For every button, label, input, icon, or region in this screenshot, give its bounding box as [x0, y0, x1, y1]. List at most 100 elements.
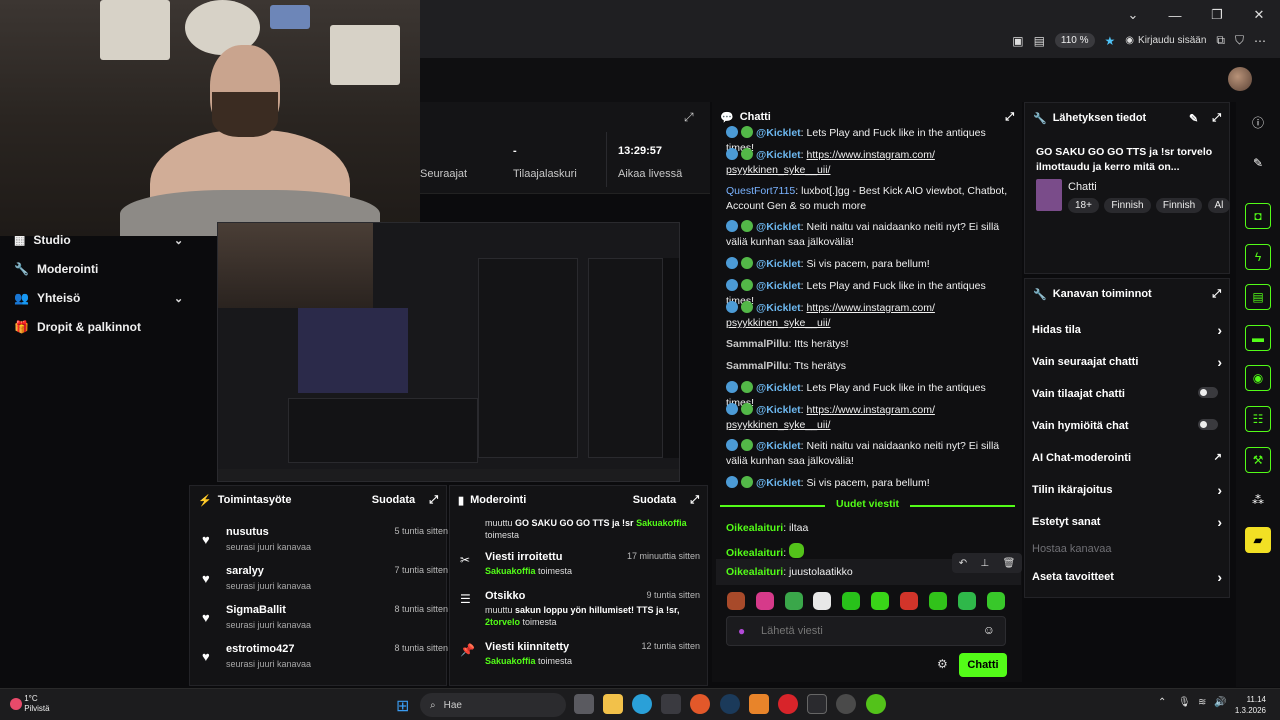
reply-icon[interactable]: ↶: [959, 558, 967, 569]
chat-send-button[interactable]: Chatti: [959, 653, 1007, 677]
microphone-icon[interactable]: ●: [738, 624, 745, 638]
steam-icon[interactable]: [720, 694, 740, 714]
obs-icon[interactable]: [836, 694, 856, 714]
menu-icon[interactable]: ⋯: [1254, 34, 1266, 48]
opera-icon[interactable]: [778, 694, 798, 714]
chat-username[interactable]: @Kicklet: [756, 127, 801, 139]
nav-drops[interactable]: 🎁 Dropit & palkinnot: [14, 320, 141, 334]
action-banned-words[interactable]: Estetyt sanat ›: [1032, 514, 1222, 530]
wifi-icon[interactable]: ≋: [1198, 697, 1206, 708]
nav-community[interactable]: 👥 Yhteisö ⌄: [14, 291, 189, 305]
emote-icon[interactable]: [842, 592, 860, 610]
vlc-icon[interactable]: [749, 694, 769, 714]
emote-icon[interactable]: [958, 592, 976, 610]
chat-input[interactable]: [761, 623, 971, 639]
nav-studio[interactable]: ▦ Studio ⌄: [14, 233, 189, 247]
chat-bubble-icon[interactable]: ▬: [1245, 325, 1271, 351]
store-icon[interactable]: [661, 694, 681, 714]
category-thumbnail[interactable]: [1036, 179, 1062, 211]
expand-icon[interactable]: ⤢: [1005, 111, 1014, 124]
new-messages-divider[interactable]: Uudet viestit: [720, 498, 1015, 512]
tag[interactable]: Finnish: [1104, 198, 1151, 213]
file-explorer-icon[interactable]: [603, 694, 623, 714]
layout-icon[interactable]: ☷: [1245, 406, 1271, 432]
mod-user[interactable]: Sakuakoffia: [636, 518, 687, 528]
follower-name[interactable]: SigmaBallit: [226, 604, 286, 616]
toggle-switch[interactable]: [1198, 387, 1218, 398]
chat-username[interactable]: @Kicklet: [756, 477, 801, 489]
wrench-icon[interactable]: ⚒: [1245, 447, 1271, 473]
chat-username[interactable]: SammalPillu: [726, 338, 788, 350]
reader-mode-icon[interactable]: ▤: [1034, 34, 1045, 48]
maximize-icon[interactable]: ❐: [1196, 0, 1238, 30]
avatar[interactable]: [1228, 67, 1252, 91]
delete-icon[interactable]: 🗑: [1003, 558, 1016, 569]
camera-icon[interactable]: ◘: [1245, 203, 1271, 229]
terminal-icon[interactable]: [807, 694, 827, 714]
mod-user[interactable]: 2torvelo: [485, 617, 520, 627]
windows-start-icon[interactable]: ⊞: [396, 696, 409, 716]
tag[interactable]: Al: [1207, 198, 1231, 213]
firefox-icon[interactable]: [690, 694, 710, 714]
chat-username[interactable]: @Kicklet: [756, 440, 801, 452]
action-emote-only[interactable]: Vain hymiöitä chat: [1032, 419, 1222, 432]
follower-name[interactable]: saralyy: [226, 565, 264, 577]
taskbar-search[interactable]: ⌕ Hae: [420, 693, 566, 717]
chat-username[interactable]: @Kicklet: [756, 258, 801, 270]
document-icon[interactable]: ▤: [1245, 284, 1271, 310]
follower-name[interactable]: estrotimo427: [226, 643, 294, 655]
minimize-icon[interactable]: —: [1154, 0, 1196, 30]
lightning-icon[interactable]: ϟ: [1245, 244, 1271, 270]
action-set-goals[interactable]: Aseta tavoitteet ›: [1032, 569, 1222, 585]
shield-icon[interactable]: ⛉: [1235, 33, 1244, 48]
info-icon[interactable]: ⓘ: [1245, 109, 1271, 135]
action-subscribers-only[interactable]: Vain tilaajat chatti: [1032, 387, 1222, 400]
chat-username[interactable]: @Kicklet: [756, 149, 801, 161]
login-button[interactable]: ◉ Kirjaudu sisään: [1125, 35, 1206, 46]
emoji-icon[interactable]: ☺: [983, 623, 995, 637]
tag[interactable]: Finnish: [1155, 198, 1203, 213]
tab-list-icon[interactable]: ⌄: [1112, 0, 1154, 30]
task-view-icon[interactable]: [574, 694, 594, 714]
toggle-switch[interactable]: [1198, 419, 1218, 430]
chat-username[interactable]: @Kicklet: [756, 280, 801, 292]
action-ai-moderation[interactable]: AI Chat-moderointi ↗: [1032, 452, 1222, 464]
close-icon[interactable]: ✕: [1238, 0, 1280, 30]
emote-icon[interactable]: [756, 592, 774, 610]
expand-icon[interactable]: ⤢: [684, 110, 694, 125]
chat-username[interactable]: SammalPillu: [726, 360, 788, 372]
chat-username[interactable]: @Kicklet: [756, 302, 801, 314]
gear-icon[interactable]: ⚙: [937, 657, 948, 671]
chat-username[interactable]: Oikealaituri: [726, 522, 783, 534]
activity-filter-button[interactable]: Suodata: [372, 494, 415, 506]
chevron-up-icon[interactable]: ⌃: [1158, 697, 1166, 708]
broadcast-icon[interactable]: ◉: [1245, 365, 1271, 391]
follower-name[interactable]: nusutus: [226, 526, 269, 538]
action-age-restriction[interactable]: Tilin ikärajoitus ›: [1032, 482, 1222, 498]
volume-icon[interactable]: 🔊: [1214, 697, 1226, 708]
chat-input-box[interactable]: ● ☺: [726, 616, 1006, 646]
pin-icon[interactable]: ⊥: [980, 558, 989, 569]
chat-username[interactable]: Oikealaituri: [726, 566, 783, 578]
edge-icon[interactable]: [632, 694, 652, 714]
emote-icon[interactable]: [813, 592, 831, 610]
emote-icon[interactable]: [871, 592, 889, 610]
edit-icon[interactable]: ✎: [1189, 112, 1198, 125]
category-name[interactable]: Chatti: [1068, 181, 1097, 193]
stream-preview[interactable]: [217, 222, 680, 482]
zoom-level[interactable]: 110 %: [1054, 33, 1095, 48]
action-followers-only[interactable]: Vain seuraajat chatti ›: [1032, 354, 1222, 370]
expand-icon[interactable]: ⤢: [690, 494, 699, 507]
emote-icon[interactable]: [900, 592, 918, 610]
clapper-icon[interactable]: ▰: [1245, 527, 1271, 553]
moderation-filter-button[interactable]: Suodata: [633, 494, 676, 506]
emote-icon[interactable]: [929, 592, 947, 610]
clock[interactable]: 11.14 1.3.2026: [1235, 694, 1266, 716]
chat-username[interactable]: Oikealaituri: [726, 547, 783, 559]
emote-icon[interactable]: [727, 592, 745, 610]
emote-icon[interactable]: [987, 592, 1005, 610]
microphone-icon[interactable]: 🎙: [1178, 697, 1191, 708]
edit-icon[interactable]: ✎: [1245, 150, 1271, 176]
mod-user[interactable]: Sakuakoffia: [485, 656, 536, 666]
nav-moderation[interactable]: 🔧 Moderointi: [14, 262, 98, 276]
